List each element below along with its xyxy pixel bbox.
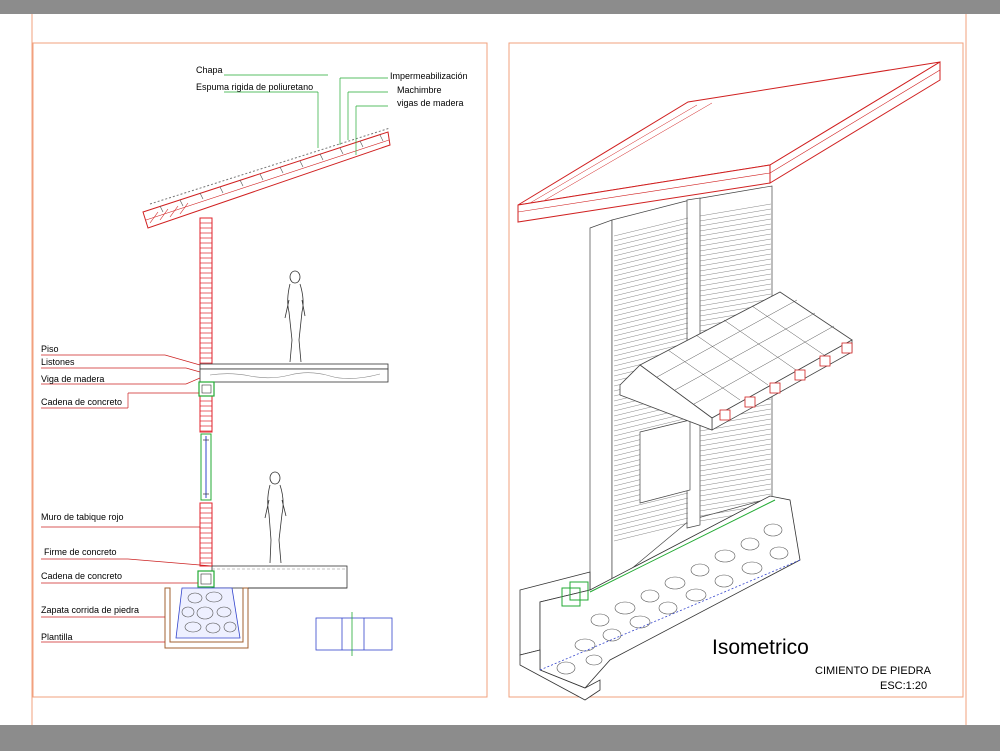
label-muro: Muro de tabique rojo: [41, 512, 124, 522]
ground-floor-slab: [197, 565, 348, 589]
upper-floor-slab: [198, 363, 389, 397]
drawing-sheet: [31, 14, 967, 725]
detail-symbol: [315, 612, 393, 656]
label-cadena-superior: Cadena de concreto: [41, 397, 123, 407]
isometric-scale: ESC:1:20: [880, 680, 928, 692]
label-vigas: vigas de madera: [397, 98, 464, 108]
roof-section: [142, 127, 391, 229]
label-machimbre: Machimbre: [397, 85, 442, 95]
label-firme: Firme de concreto: [44, 547, 117, 557]
isometric-title: Isometrico: [712, 636, 809, 659]
label-plantilla: Plantilla: [41, 632, 73, 642]
human-figure-lower: [264, 471, 287, 564]
label-chapa: Chapa: [196, 65, 223, 75]
isometric-subtitle: CIMIENTO DE PIEDRA: [815, 665, 931, 677]
human-figure-upper: [284, 270, 306, 363]
label-cadena-inferior: Cadena de concreto: [41, 571, 123, 581]
label-espuma: Espuma rigida de poliuretano: [196, 82, 314, 92]
label-impermeabilizacion: Impermeabilización: [390, 71, 468, 81]
label-viga: Viga de madera: [41, 374, 105, 384]
label-listones: Listones: [41, 357, 75, 367]
window-section: [200, 433, 212, 501]
label-zapata: Zapata corrida de piedra: [41, 605, 140, 615]
label-piso: Piso: [41, 344, 59, 354]
